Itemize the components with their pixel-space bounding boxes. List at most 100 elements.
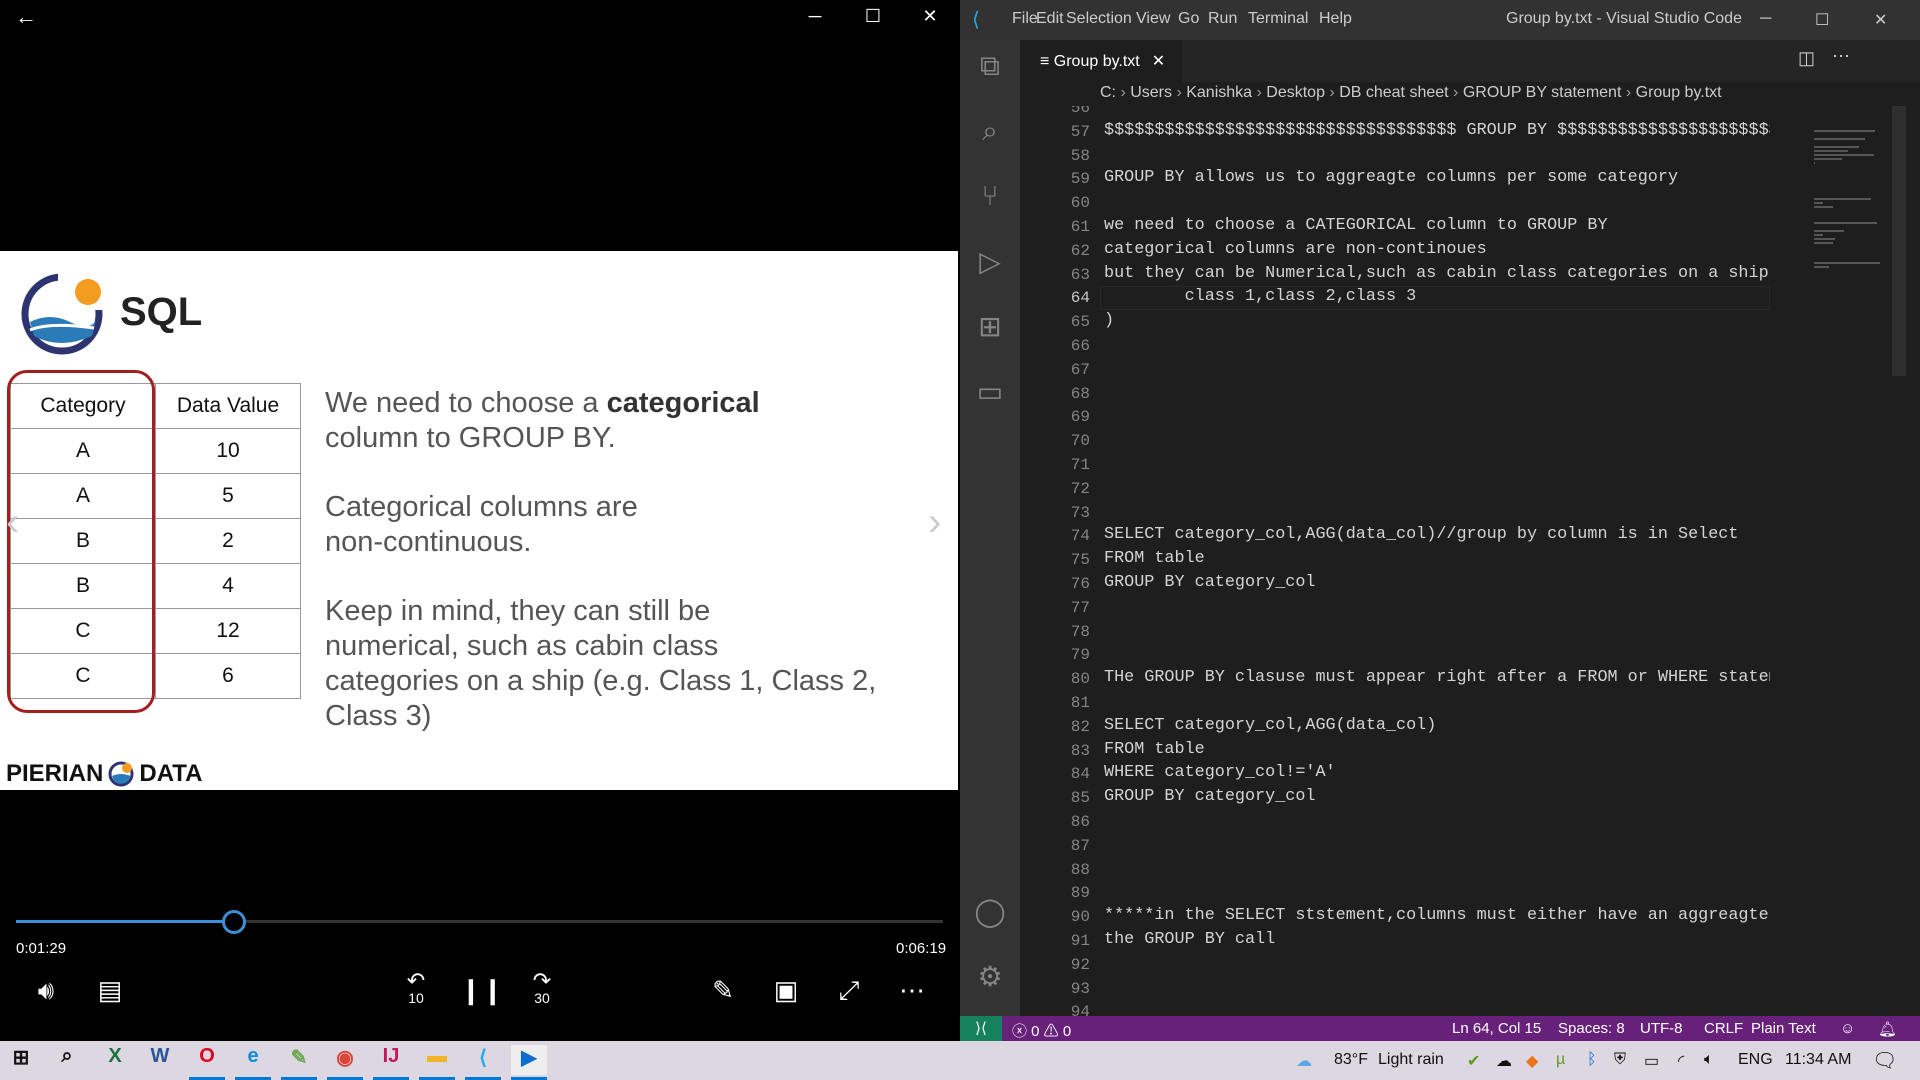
breadcrumb-item[interactable]: Kanishka <box>1186 84 1252 101</box>
maximize-button[interactable]: ☐ <box>1815 10 1829 30</box>
intellij-icon[interactable]: IJ <box>373 1045 409 1075</box>
code-line: *****in the SELECT ststement,columns mus… <box>1104 906 1770 926</box>
seek-thumb[interactable] <box>221 910 246 934</box>
line-number: 58 <box>1070 146 1090 165</box>
line-number: 63 <box>1070 265 1090 284</box>
remote-explorer-icon[interactable]: ▭ <box>974 375 1006 407</box>
breadcrumb-item[interactable]: GROUP BY statement <box>1463 84 1622 101</box>
indentation[interactable]: Spaces: 8 <box>1558 1020 1625 1037</box>
security-check-icon[interactable]: ✔ <box>1467 1051 1480 1071</box>
account-icon[interactable]: ◯ <box>974 895 1006 927</box>
code-line: THe GROUP BY clasuse must appear right a… <box>1104 668 1770 688</box>
scrollbar[interactable] <box>1892 106 1906 376</box>
remote-icon[interactable]: ⟩⟨ <box>960 1016 1002 1041</box>
more-options-icon[interactable]: ⋯ <box>892 975 932 1006</box>
editor-tab-bar: ≡ Group by.txt ✕ ◫ ⋯ <box>1020 40 1920 82</box>
code-line: we need to choose a CATEGORICAL column t… <box>1104 216 1608 235</box>
menu-view[interactable]: View <box>1136 10 1170 28</box>
chrome-icon[interactable]: ◉ <box>327 1045 363 1075</box>
notepad-plus-icon[interactable]: ✎ <box>281 1045 317 1075</box>
vscode-icon[interactable]: ⟨ <box>465 1045 501 1075</box>
search-icon[interactable]: ⌕ <box>49 1045 85 1075</box>
menu-terminal[interactable]: Terminal <box>1248 10 1308 28</box>
weather-desc[interactable]: Light rain <box>1378 1051 1444 1069</box>
clock[interactable]: 11:34 AM <box>1785 1051 1851 1069</box>
defender-icon[interactable]: ⛨ <box>1614 1051 1626 1069</box>
mini-view-icon[interactable]: ▣ <box>766 975 806 1006</box>
utorrent-icon[interactable]: µ <box>1556 1051 1565 1069</box>
feedback-icon[interactable]: ☺ <box>1840 1020 1855 1037</box>
line-number: 75 <box>1070 551 1090 570</box>
fullscreen-icon[interactable]: ⤢ <box>829 975 869 1007</box>
code-editor[interactable]: 56 57 $$$$$$$$$$$$$$$$$$$$$$$$$$$$$$$$$$$ … <box>1020 106 1770 1016</box>
minimize-button[interactable]: ─ <box>795 6 835 27</box>
excel-icon[interactable]: X <box>97 1045 133 1075</box>
media-player-window: ← ─ ☐ ✕ SQL Category Data Value A 10 A5 B2… <box>0 0 958 1040</box>
file-explorer-icon[interactable]: ▬ <box>419 1045 455 1075</box>
previous-slide-arrow-icon[interactable]: ‹ <box>6 500 19 545</box>
subtitles-icon[interactable]: ▤ <box>90 975 130 1006</box>
more-actions-icon[interactable]: ⋯ <box>1832 46 1850 67</box>
code-line: ) <box>1104 311 1115 331</box>
next-slide-arrow-icon[interactable]: › <box>928 500 941 545</box>
line-ending[interactable]: CRLF <box>1704 1020 1743 1037</box>
minimize-button[interactable]: ─ <box>1760 10 1771 28</box>
word-icon[interactable]: W <box>142 1045 178 1075</box>
window-title: Group by.txt - Visual Studio Code <box>1506 10 1742 27</box>
split-editor-icon[interactable]: ◫ <box>1798 48 1815 69</box>
minimap[interactable] <box>1810 106 1890 1016</box>
tab-group-by-txt[interactable]: ≡ Group by.txt ✕ <box>1020 40 1182 82</box>
volume-icon[interactable]: 🔊︎ <box>26 975 66 1007</box>
breadcrumb-separator-icon: › <box>1448 84 1463 101</box>
minimap-line <box>1814 162 1815 164</box>
menu-selection[interactable]: Selection <box>1066 10 1132 28</box>
notifications-bell-icon[interactable]: 🔔︎ <box>1878 1020 1897 1038</box>
maximize-button[interactable]: ☐ <box>853 6 893 27</box>
menu-file[interactable]: File <box>1012 10 1038 28</box>
encoding[interactable]: UTF-8 <box>1640 1020 1683 1037</box>
weather-temp[interactable]: 83°F <box>1334 1051 1368 1069</box>
table-header: Data Value <box>155 383 301 429</box>
run-debug-icon[interactable]: ▷ <box>974 245 1006 277</box>
cursor-position[interactable]: Ln 64, Col 15 <box>1452 1020 1541 1037</box>
onedrive-icon[interactable]: ☁ <box>1496 1051 1512 1071</box>
menu-help[interactable]: Help <box>1319 10 1352 28</box>
problems-indicator[interactable]: ⓧ 0 ⚠ 0 <box>1012 1020 1071 1041</box>
settings-gear-icon[interactable]: ⚙ <box>974 960 1006 992</box>
action-center-icon[interactable]: 🗨︎ <box>1872 1048 1897 1073</box>
close-tab-icon[interactable]: ✕ <box>1152 53 1165 70</box>
search-icon[interactable]: ⌕ <box>974 115 1006 147</box>
language-mode[interactable]: Plain Text <box>1751 1020 1816 1037</box>
breadcrumb-item[interactable]: C: <box>1100 84 1116 101</box>
volume-icon[interactable]: 🔈︎ <box>1704 1051 1714 1069</box>
movies-tv-icon[interactable]: ▶ <box>511 1045 547 1075</box>
breadcrumb-item[interactable]: Desktop <box>1266 84 1325 101</box>
source-control-icon[interactable]: ⑂ <box>974 180 1006 212</box>
breadcrumb-item[interactable]: Group by.txt <box>1636 84 1722 101</box>
input-language[interactable]: ENG <box>1738 1051 1773 1069</box>
pen-icon[interactable]: ✎ <box>703 975 743 1006</box>
wifi-icon[interactable]: ◜ <box>1678 1051 1684 1071</box>
back-arrow-icon[interactable]: ← <box>6 4 46 30</box>
menu-go[interactable]: Go <box>1178 10 1199 28</box>
edge-icon[interactable]: e <box>235 1045 271 1075</box>
opera-icon[interactable]: O <box>189 1045 225 1075</box>
line-number: 89 <box>1070 884 1090 903</box>
close-button[interactable]: ✕ <box>1874 10 1887 30</box>
breadcrumb-item[interactable]: DB cheat sheet <box>1339 84 1448 101</box>
breadcrumb-item[interactable]: Users <box>1130 84 1172 101</box>
windows-taskbar: ⊞ ⌕ X W Oe ✎ ◉ IJ ▬ ⟨ ▶ ☁ 83°F Light rain ✔ ☁ ◆ µ … <box>0 1041 1920 1080</box>
explorer-icon[interactable]: ⧉ <box>974 50 1006 82</box>
close-button[interactable]: ✕ <box>910 6 950 27</box>
menu-run[interactable]: Run <box>1208 10 1237 28</box>
minimap-line <box>1814 138 1866 140</box>
menu-edit[interactable]: Edit <box>1036 10 1064 28</box>
windows-start-icon[interactable]: ⊞ <box>3 1045 39 1075</box>
bluetooth-icon[interactable]: ᛒ <box>1587 1051 1597 1069</box>
battery-icon[interactable]: ▭ <box>1644 1051 1659 1071</box>
pause-button[interactable]: ❙❙ <box>460 975 504 1006</box>
skip-back-button[interactable]: ↶ 10 <box>396 970 436 1007</box>
metamask-icon[interactable]: ◆ <box>1526 1051 1538 1071</box>
extensions-icon[interactable]: ⊞ <box>974 310 1006 342</box>
skip-forward-button[interactable]: ↷ 30 <box>522 970 562 1007</box>
